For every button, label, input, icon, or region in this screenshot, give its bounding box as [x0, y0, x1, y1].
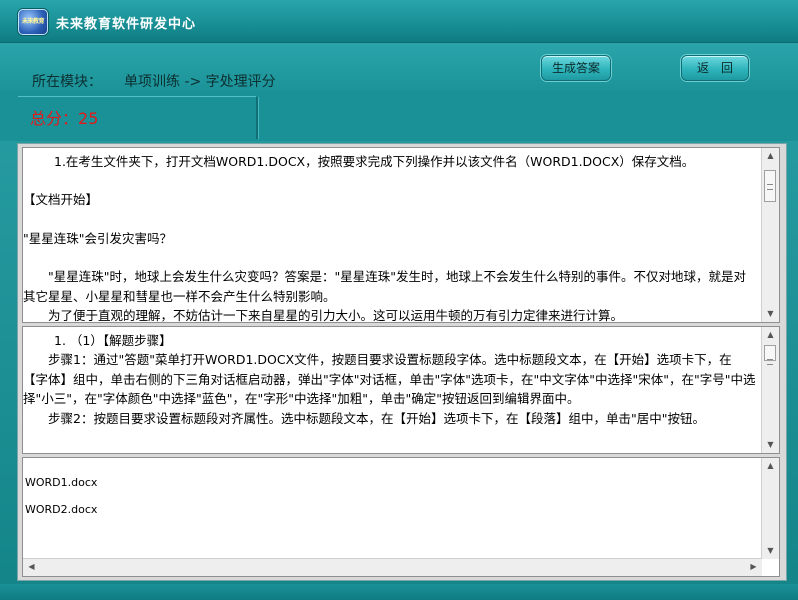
- score-panel: 总分：25: [0, 91, 798, 141]
- scroll-down-icon[interactable]: ▼: [762, 437, 779, 453]
- divider: [256, 97, 259, 139]
- module-label: 所在模块：: [32, 74, 102, 90]
- question-paragraph: "星星连珠"时，地球上会发生什么灾变吗？答案是："星星连珠"发生时，地球上不会发…: [23, 269, 747, 304]
- answer-paragraph: 步骤2：按题目要求设置标题段对齐属性。选中标题段文本，在【开始】选项卡下，在【段…: [23, 410, 705, 426]
- generate-answer-button[interactable]: 生成答案: [541, 55, 611, 81]
- module-breadcrumb: 所在模块： 单项训练 -> 字处理评分: [32, 71, 276, 91]
- files-pane[interactable]: WORD1.docx WORD2.docx ▲ ▼ ◀ ▶: [22, 457, 780, 577]
- header-panel: 所在模块： 单项训练 -> 字处理评分 生成答案 返 回: [0, 43, 798, 91]
- answer-scrollbar[interactable]: ▲ ▼: [761, 327, 779, 453]
- bottom-bar: [0, 584, 798, 600]
- total-score: 总分：25: [30, 105, 98, 129]
- question-paragraph: 【文档开始】: [23, 192, 99, 208]
- scroll-right-icon[interactable]: ▶: [745, 559, 762, 575]
- scroll-up-icon[interactable]: ▲: [762, 148, 779, 164]
- app-logo-icon: 未来教育: [18, 9, 48, 35]
- score-label: 总分：: [30, 109, 79, 128]
- question-paragraph: 为了便于直观的理解，不妨估计一下来自星星的引力大小。这可以运用牛顿的万有引力定律…: [23, 308, 624, 323]
- app-title: 未来教育软件研发中心: [56, 17, 197, 32]
- answer-paragraph: 1. （1）【解题步骤】: [29, 333, 172, 348]
- divider: [18, 96, 256, 97]
- answer-steps-pane[interactable]: 1. （1）【解题步骤】 步骤1：通过"答题"菜单打开WORD1.DOCX文件，…: [22, 326, 780, 454]
- score-value: 25: [78, 109, 99, 128]
- answer-text: 1. （1）【解题步骤】 步骤1：通过"答题"菜单打开WORD1.DOCX文件，…: [23, 327, 762, 453]
- file-list: WORD1.docx WORD2.docx: [23, 458, 762, 559]
- scroll-down-icon[interactable]: ▼: [762, 306, 779, 322]
- answer-paragraph: 步骤1：通过"答题"菜单打开WORD1.DOCX文件，按题目要求设置标题段字体。…: [23, 352, 756, 407]
- module-path: 单项训练 -> 字处理评分: [124, 74, 276, 90]
- scroll-up-icon[interactable]: ▲: [762, 458, 779, 474]
- title-bar: 未来教育 未来教育软件研发中心: [0, 0, 798, 43]
- scroll-thumb[interactable]: [764, 345, 776, 365]
- scroll-left-icon[interactable]: ◀: [23, 559, 40, 575]
- question-paragraph: [29, 248, 756, 267]
- question-scrollbar[interactable]: ▲ ▼: [761, 148, 779, 322]
- question-paragraph: [29, 210, 756, 229]
- question-text: 1.在考生文件夹下，打开文档WORD1.DOCX，按照要求完成下列操作并以该文件…: [23, 148, 762, 322]
- back-button[interactable]: 返 回: [681, 55, 749, 81]
- scroll-down-icon[interactable]: ▼: [762, 543, 779, 559]
- question-paragraph: "星星连珠"会引发灾害吗？: [23, 230, 172, 246]
- scroll-up-icon[interactable]: ▲: [762, 327, 779, 343]
- files-vertical-scrollbar[interactable]: ▲ ▼: [761, 458, 779, 559]
- scroll-thumb[interactable]: [764, 170, 776, 202]
- files-horizontal-scrollbar[interactable]: ◀ ▶: [23, 558, 762, 576]
- file-item[interactable]: WORD1.docx: [25, 469, 756, 496]
- question-paragraph: 1.在考生文件夹下，打开文档WORD1.DOCX，按照要求完成下列操作并以该文件…: [29, 154, 695, 169]
- content-frame: 1.在考生文件夹下，打开文档WORD1.DOCX，按照要求完成下列操作并以该文件…: [17, 143, 787, 581]
- app-window: 未来教育 未来教育软件研发中心 所在模块： 单项训练 -> 字处理评分 生成答案 …: [0, 0, 798, 600]
- question-pane[interactable]: 1.在考生文件夹下，打开文档WORD1.DOCX，按照要求完成下列操作并以该文件…: [22, 147, 780, 323]
- file-item[interactable]: WORD2.docx: [25, 496, 756, 523]
- question-paragraph: [29, 171, 756, 190]
